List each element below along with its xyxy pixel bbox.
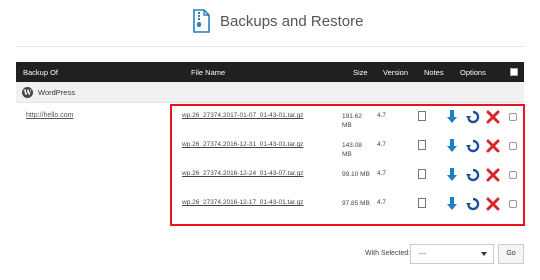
go-button[interactable]: Go xyxy=(498,244,524,264)
bulk-action-select[interactable]: --- xyxy=(410,244,494,264)
col-backup-of: Backup Of xyxy=(23,68,59,77)
backup-file-link[interactable]: wp.26_27374.2016-12-24_01-43-07.tar.gz xyxy=(182,170,303,177)
file-size: 97.85 MB xyxy=(342,200,370,207)
table-row: wp.26_27374.2017-01-07_01-43-01.tar.gz 1… xyxy=(172,108,523,137)
row-checkbox[interactable] xyxy=(509,113,517,121)
page-title: Backups and Restore xyxy=(220,13,364,30)
table-row: wp.26_27374.2016-12-17_01-43-01.tar.gz 9… xyxy=(172,195,523,224)
file-version: 4.7 xyxy=(377,141,387,148)
file-size: 143.08 MB xyxy=(342,142,362,158)
backup-file-icon xyxy=(193,9,210,33)
file-size: 99.10 MB xyxy=(342,171,370,178)
col-size: Size xyxy=(353,68,368,77)
delete-icon[interactable] xyxy=(486,110,500,124)
file-version: 4.7 xyxy=(377,170,387,177)
col-options: Options xyxy=(460,68,486,77)
with-selected-label: With Selected: xyxy=(365,250,411,257)
restore-icon[interactable] xyxy=(466,197,480,211)
delete-icon[interactable] xyxy=(486,168,500,182)
group-row-wordpress: W WordPress xyxy=(16,82,524,103)
wordpress-icon: W xyxy=(22,87,33,98)
restore-icon[interactable] xyxy=(466,139,480,153)
notes-icon[interactable] xyxy=(418,140,426,150)
backup-file-link[interactable]: wp.26_27374.2016-12-17_01-43-01.tar.gz xyxy=(182,199,303,206)
download-icon[interactable] xyxy=(446,168,458,182)
site-link[interactable]: http://hello.com xyxy=(26,112,73,119)
restore-icon[interactable] xyxy=(466,168,480,182)
page-header: Backups and Restore xyxy=(0,0,540,46)
table-row: wp.26_27374.2016-12-24_01-43-07.tar.gz 9… xyxy=(172,166,523,195)
file-version: 4.7 xyxy=(377,199,387,206)
row-checkbox[interactable] xyxy=(509,142,517,150)
select-all-checkbox[interactable] xyxy=(510,68,518,76)
chevron-down-icon xyxy=(481,252,487,256)
file-size: 191.62 MB xyxy=(342,113,362,129)
table-header: Backup Of File Name Size Version Notes O… xyxy=(16,62,524,82)
backup-file-link[interactable]: wp.26_27374.2017-01-07_01-43-01.tar.gz xyxy=(182,112,303,119)
bulk-action-value: --- xyxy=(419,251,426,258)
divider xyxy=(16,46,524,47)
download-icon[interactable] xyxy=(446,110,458,124)
notes-icon[interactable] xyxy=(418,198,426,208)
file-version: 4.7 xyxy=(377,112,387,119)
restore-icon[interactable] xyxy=(466,110,480,124)
delete-icon[interactable] xyxy=(486,197,500,211)
delete-icon[interactable] xyxy=(486,139,500,153)
backup-file-link[interactable]: wp.26_27374.2016-12-31_01-43-01.tar.gz xyxy=(182,141,303,148)
download-icon[interactable] xyxy=(446,139,458,153)
download-icon[interactable] xyxy=(446,197,458,211)
col-notes: Notes xyxy=(424,68,444,77)
col-file-name: File Name xyxy=(191,68,226,77)
table-row: wp.26_27374.2016-12-31_01-43-01.tar.gz 1… xyxy=(172,137,523,166)
notes-icon[interactable] xyxy=(418,169,426,179)
row-checkbox[interactable] xyxy=(509,171,517,179)
row-checkbox[interactable] xyxy=(509,200,517,208)
group-label: WordPress xyxy=(38,88,75,97)
notes-icon[interactable] xyxy=(418,111,426,121)
col-version: Version xyxy=(383,68,409,77)
